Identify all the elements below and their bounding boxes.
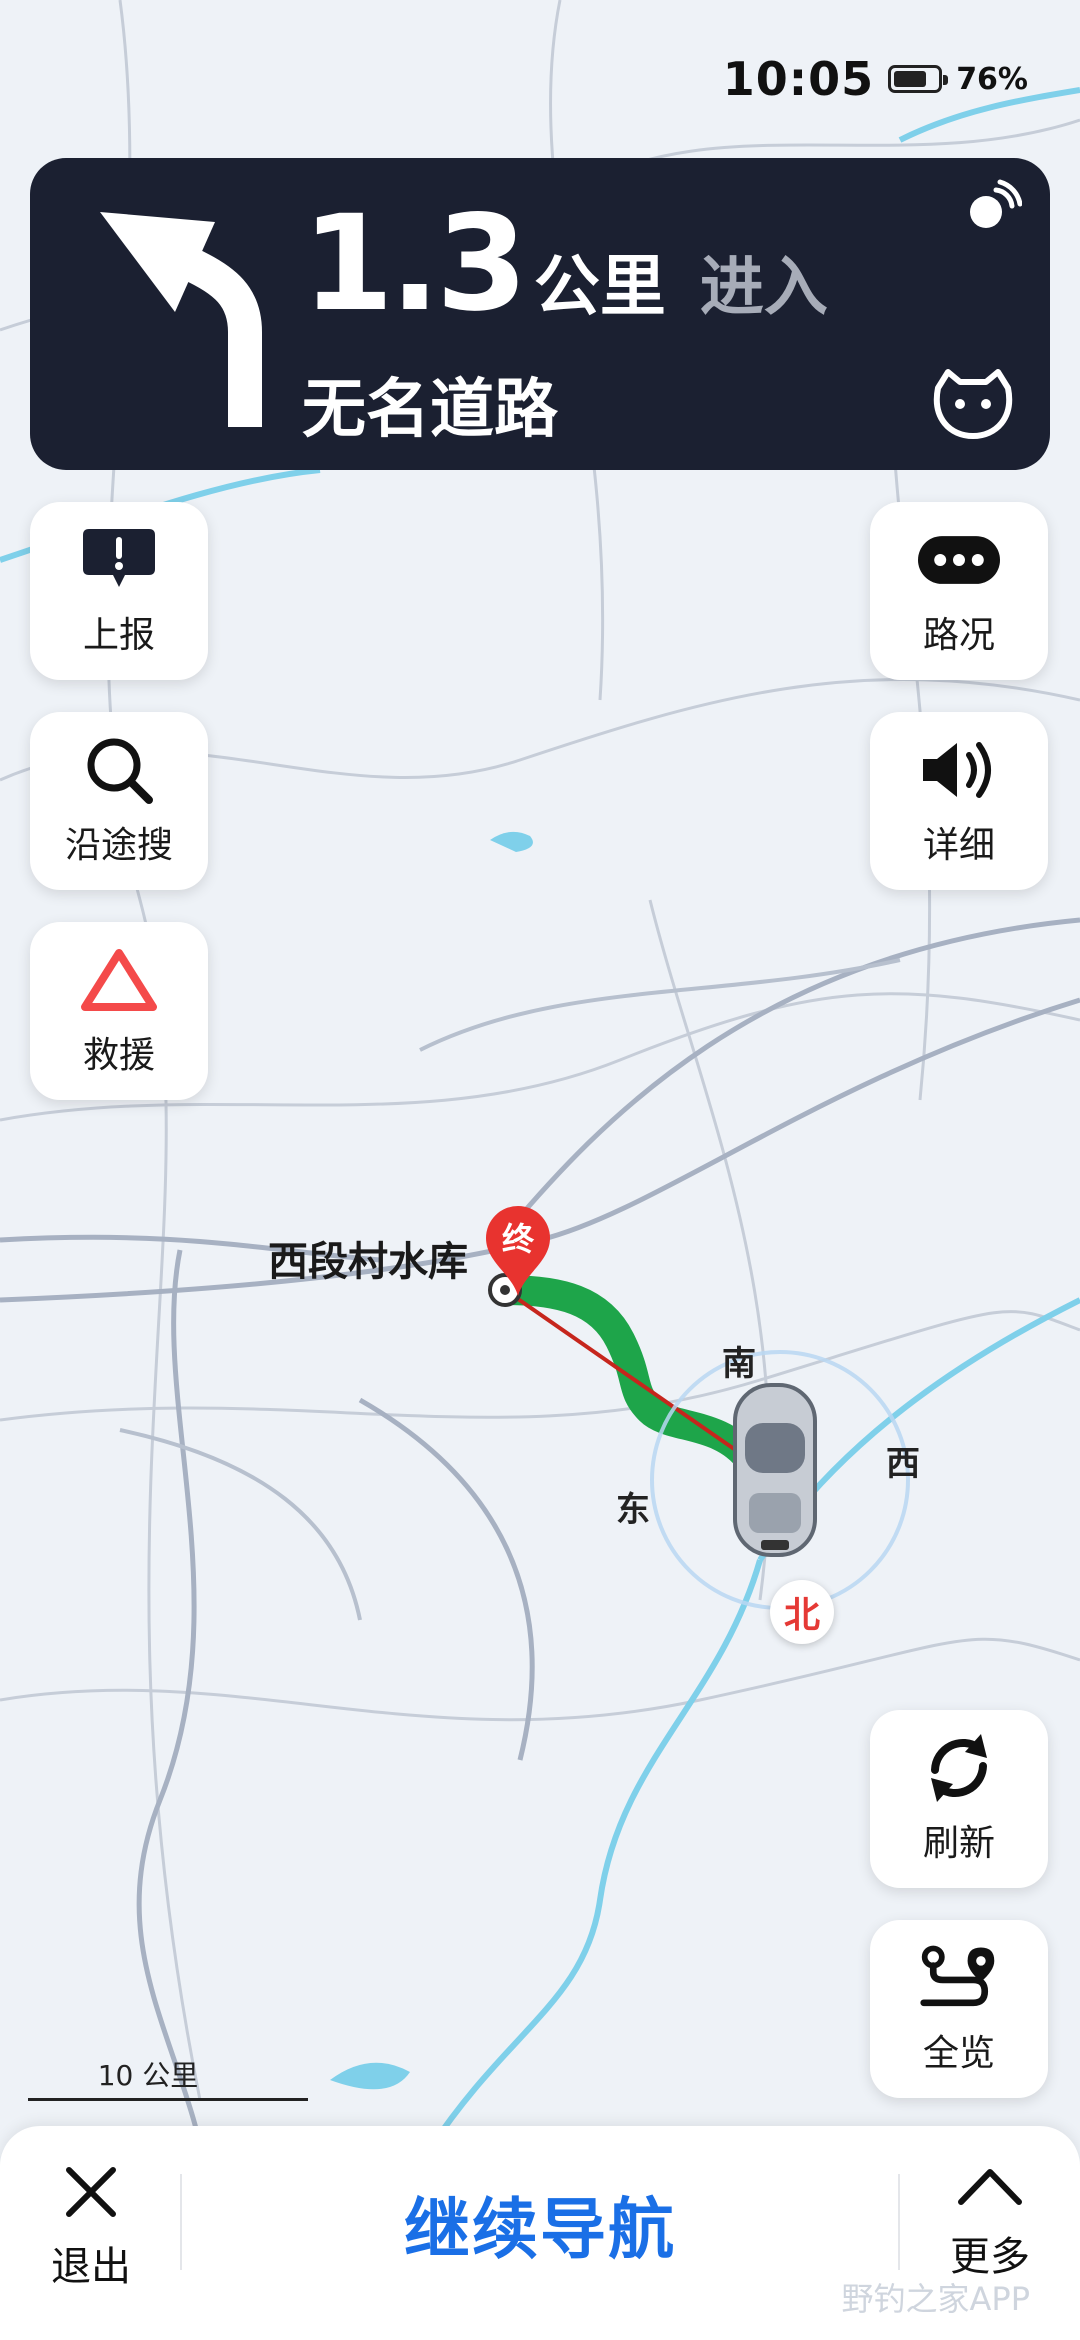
rescue-button[interactable]: 救援 [30, 922, 208, 1100]
refresh-button[interactable]: 刷新 [870, 1710, 1048, 1888]
traffic-label: 路况 [922, 615, 995, 656]
search-along-button[interactable]: 沿途搜 [30, 712, 208, 890]
battery-level [894, 71, 927, 87]
watermark-text: 野钓之家APP [841, 2280, 1031, 2318]
report-button[interactable]: 上报 [30, 502, 208, 680]
speaker-icon [923, 742, 991, 798]
destination-pin-icon[interactable]: 终 [482, 1204, 554, 1300]
distance-unit: 公里 [533, 248, 666, 325]
refresh-icon [931, 1734, 987, 1802]
scale-line [28, 2098, 308, 2101]
status-time: 10:05 [722, 52, 875, 106]
close-icon [66, 2167, 116, 2217]
divider-left [180, 2174, 182, 2270]
report-icon [83, 529, 155, 587]
detail-label: 详细 [922, 825, 995, 866]
scale-label: 10 公里 [97, 2059, 199, 2092]
detail-voice-button[interactable]: 详细 [870, 712, 1048, 890]
report-label: 上报 [82, 615, 155, 656]
rescue-label: 救援 [82, 1035, 155, 1076]
destination-label: 西段村水库 [268, 1239, 468, 1285]
battery-percent: 76% [956, 61, 1028, 97]
more-button[interactable]: 更多 [920, 2162, 1060, 2282]
end-marker-text: 终 [502, 1220, 535, 1258]
divider-right [898, 2174, 900, 2270]
refresh-label: 刷新 [922, 1823, 995, 1864]
status-bar: 10:05 76% [723, 52, 1028, 106]
scale-bar: 10 公里 [28, 2054, 308, 2101]
voice-assistant-icon[interactable] [932, 368, 1014, 440]
bottom-bar: 退出 继续导航 更多 野钓之家APP [0, 2126, 1080, 2340]
signal-icon[interactable] [962, 176, 1022, 236]
battery-icon [888, 65, 949, 93]
warning-triangle-icon [81, 949, 157, 1011]
overview-button[interactable]: 全览 [870, 1920, 1048, 2098]
chevron-up-icon [958, 2169, 1022, 2205]
search-icon [87, 738, 153, 804]
overview-label: 全览 [922, 2033, 995, 2074]
compass-south: 南 [722, 1344, 756, 1384]
turn-left-arrow-icon [100, 212, 262, 427]
compass-east: 东 [616, 1490, 650, 1530]
route-overview-icon [920, 1945, 995, 2007]
distance-value: 1.3 [302, 187, 528, 341]
continue-navigation-button[interactable]: 继续导航 [200, 2176, 880, 2272]
distance-info: 1.3 公里 进入 [302, 198, 828, 330]
more-dots-icon [918, 536, 1000, 584]
exit-button[interactable]: 退出 [36, 2162, 146, 2292]
exit-label: 退出 [51, 2244, 131, 2290]
traffic-button[interactable]: 路况 [870, 502, 1048, 680]
turn-action: 进入 [699, 251, 828, 325]
road-name: 无名道路 [302, 373, 558, 447]
compass-north-badge[interactable]: 北 [770, 1580, 834, 1644]
guidance-card[interactable]: 1.3 公里 进入 无名道路 [30, 158, 1050, 470]
compass-west: 西 [886, 1444, 920, 1484]
search-along-label: 沿途搜 [64, 825, 173, 866]
